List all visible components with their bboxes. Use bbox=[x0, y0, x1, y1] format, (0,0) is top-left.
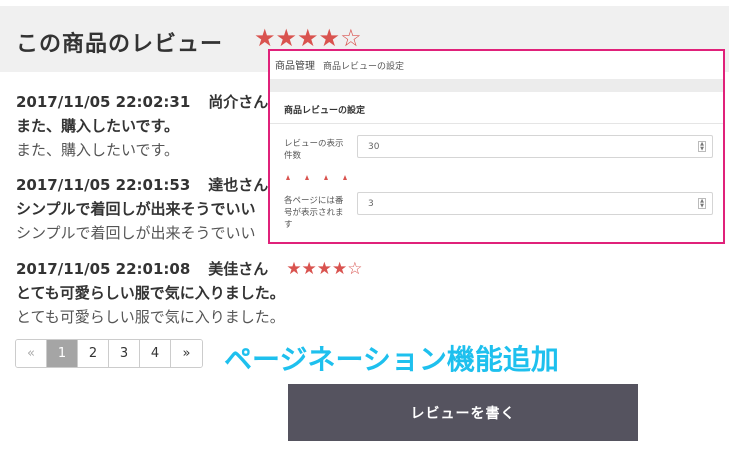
triangle-marker-icon bbox=[324, 175, 328, 180]
reviewer-name: 尚介さん bbox=[208, 93, 269, 111]
triangle-marker-icon bbox=[305, 175, 309, 180]
panel-band bbox=[270, 79, 723, 92]
breadcrumb: 商品管理 商品レビューの設定 bbox=[275, 57, 404, 72]
review-datetime: 2017/11/05 22:01:53 bbox=[16, 176, 191, 194]
divider bbox=[270, 123, 723, 124]
review-item: 2017/11/05 22:02:31 尚介さん また、購入したいです。 また、購… bbox=[16, 91, 268, 160]
breadcrumb-sub: 商品レビューの設定 bbox=[323, 62, 405, 72]
review-datetime: 2017/11/05 22:01:08 bbox=[16, 260, 191, 278]
pagination-page-2[interactable]: 2 bbox=[78, 340, 109, 367]
review-datetime: 2017/11/05 22:02:31 bbox=[16, 93, 191, 111]
feature-annotation-label: ページネーション機能追加 bbox=[224, 343, 559, 376]
review-meta: 2017/11/05 22:02:31 尚介さん bbox=[16, 91, 268, 112]
review-body: シンプルで着回しが出来そうでいい bbox=[16, 224, 256, 242]
number-spinner-icon[interactable]: ▲ ▼ bbox=[698, 198, 706, 209]
breadcrumb-main[interactable]: 商品管理 bbox=[275, 61, 315, 72]
number-spinner-icon[interactable]: ▲ ▼ bbox=[698, 141, 706, 152]
reviews-per-page-value: 30 bbox=[368, 141, 380, 152]
page-number-count-input[interactable]: 3 ▲ ▼ bbox=[357, 192, 713, 215]
review-title: また、購入したいです。 bbox=[16, 117, 180, 135]
average-rating-stars: ★★★★☆ bbox=[254, 24, 362, 52]
reviewer-name: 美佳さん bbox=[208, 260, 269, 278]
review-meta: 2017/11/05 22:01:08 美佳さん ★★★★☆ bbox=[16, 258, 363, 279]
settings-section-title: 商品レビューの設定 bbox=[284, 106, 366, 116]
review-settings-panel: 商品管理 商品レビューの設定 商品レビューの設定 レビューの表示件数 30 ▲ ▼ … bbox=[268, 49, 725, 244]
reviews-per-page-label: レビューの表示件数 bbox=[284, 139, 344, 161]
review-title: シンプルで着回しが出来そうでいい bbox=[16, 200, 256, 218]
review-meta: 2017/11/05 22:01:53 達也さん bbox=[16, 174, 268, 195]
pagination: « 1 2 3 4 » bbox=[15, 339, 203, 368]
triangle-marker-icon bbox=[343, 175, 347, 180]
reviewer-name: 達也さん bbox=[208, 176, 269, 194]
pagination-page-3[interactable]: 3 bbox=[109, 340, 140, 367]
review-rating-stars: ★★★★☆ bbox=[286, 259, 363, 279]
review-item: 2017/11/05 22:01:53 達也さん シンプルで着回しが出来そうでいい… bbox=[16, 174, 268, 243]
marker-triangles bbox=[286, 175, 347, 180]
pagination-next-button[interactable]: » bbox=[171, 340, 202, 367]
pagination-prev-button[interactable]: « bbox=[16, 340, 47, 367]
review-item: 2017/11/05 22:01:08 美佳さん ★★★★☆ とても可愛らしい服で気… bbox=[16, 258, 363, 327]
reviews-per-page-input[interactable]: 30 ▲ ▼ bbox=[357, 135, 713, 158]
page-title: この商品のレビュー bbox=[16, 32, 224, 57]
review-body: また、購入したいです。 bbox=[16, 141, 180, 159]
triangle-marker-icon bbox=[286, 175, 290, 180]
write-review-button[interactable]: レビューを書く bbox=[288, 384, 638, 441]
page-number-count-label: 各ページには番号が表示されます bbox=[284, 196, 344, 230]
pagination-page-4[interactable]: 4 bbox=[140, 340, 171, 367]
pagination-page-1[interactable]: 1 bbox=[47, 340, 78, 367]
page-number-count-value: 3 bbox=[368, 198, 374, 209]
review-title: とても可愛らしい服で気に入りました。 bbox=[16, 284, 285, 302]
review-body: とても可愛らしい服で気に入りました。 bbox=[16, 308, 285, 326]
